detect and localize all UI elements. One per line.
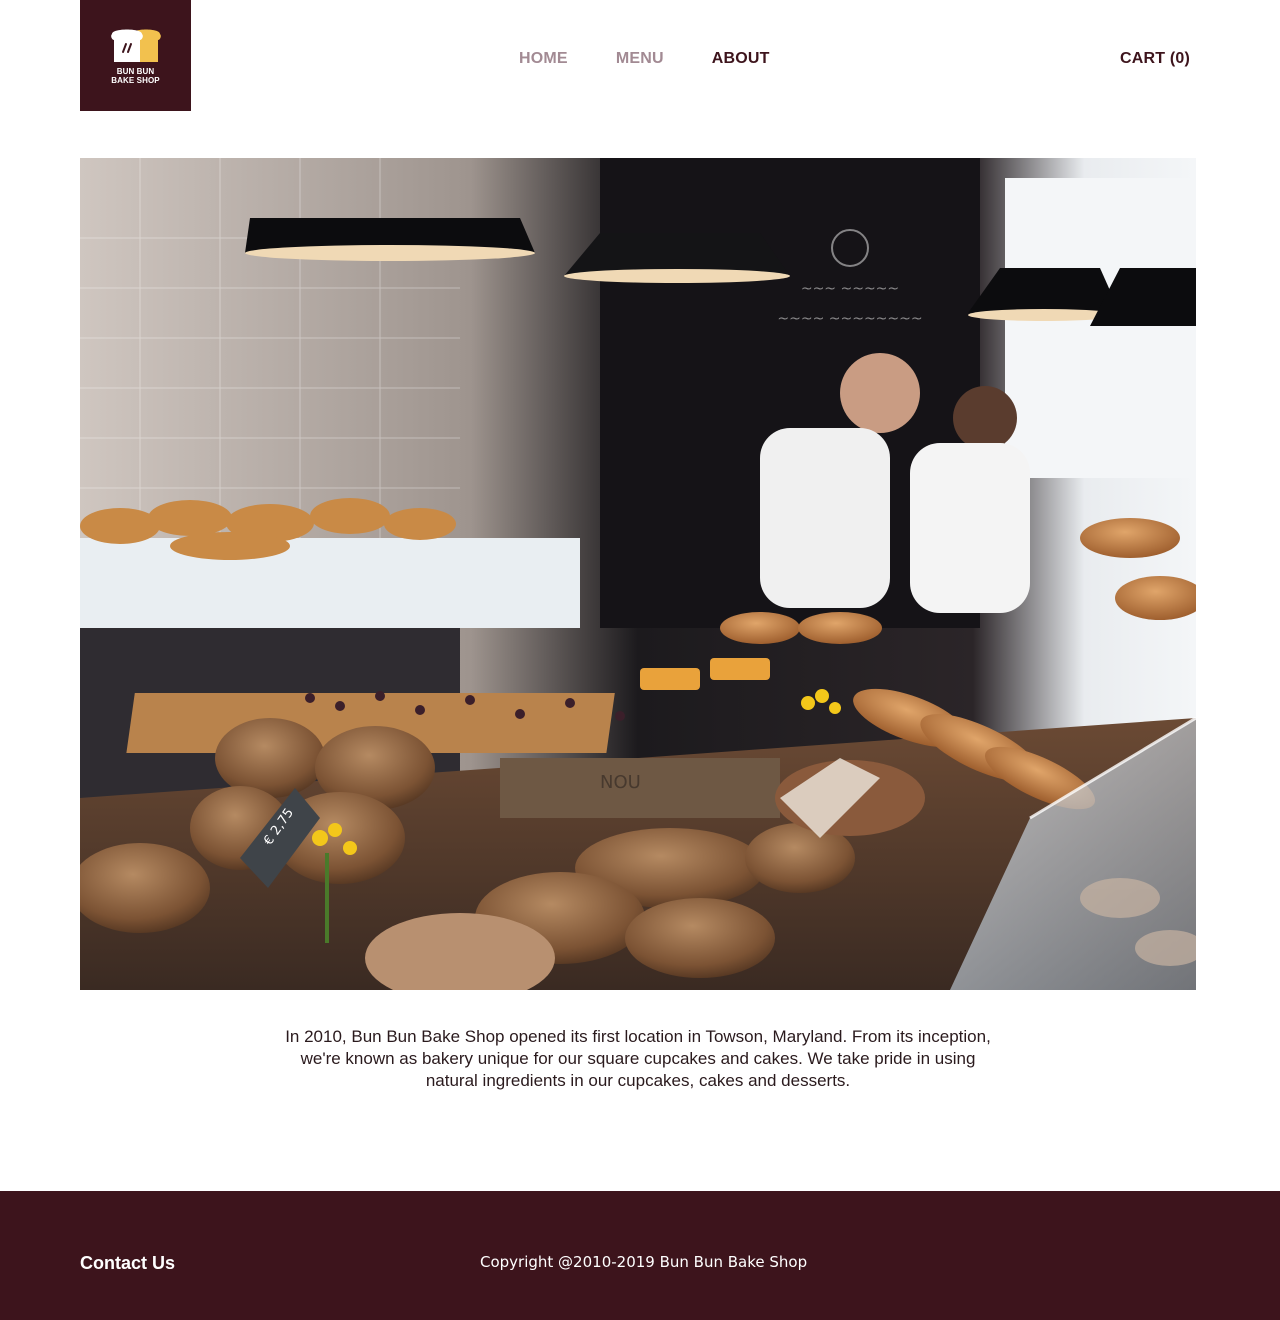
logo-line-2: BAKE SHOP xyxy=(111,76,160,85)
nav-home[interactable]: HOME xyxy=(519,50,568,68)
copyright-text: Copyright @2010-2019 Bun Bun Bake Shop xyxy=(480,1253,808,1271)
main-nav: HOME MENU ABOUT xyxy=(519,50,770,68)
cart-link[interactable]: CART (0) xyxy=(1120,50,1190,68)
contact-us-link[interactable]: Contact Us xyxy=(80,1253,175,1274)
svg-text:~~~ ~~~~~: ~~~ ~~~~~ xyxy=(801,281,899,297)
hero-image: ~~~ ~~~~~ ~~~~ ~~~~~~~~ NOU € 2,75 xyxy=(80,158,1196,990)
svg-text:~~~~ ~~~~~~~~: ~~~~ ~~~~~~~~ xyxy=(777,311,922,327)
logo-line-1: BUN BUN xyxy=(116,67,155,76)
site-header: BUN BUN BAKE SHOP HOME MENU ABOUT CART (… xyxy=(0,0,1280,111)
nav-about[interactable]: ABOUT xyxy=(712,50,770,68)
bread-slices-icon xyxy=(110,29,161,62)
nav-menu[interactable]: MENU xyxy=(616,50,664,68)
svg-text:NOU: NOU xyxy=(600,772,641,793)
logo[interactable]: BUN BUN BAKE SHOP xyxy=(80,0,191,111)
site-footer: Contact Us Copyright @2010-2019 Bun Bun … xyxy=(0,1191,1280,1320)
logo-text: BUN BUN BAKE SHOP xyxy=(111,67,159,85)
about-text: In 2010, Bun Bun Bake Shop opened its fi… xyxy=(285,1027,991,1090)
